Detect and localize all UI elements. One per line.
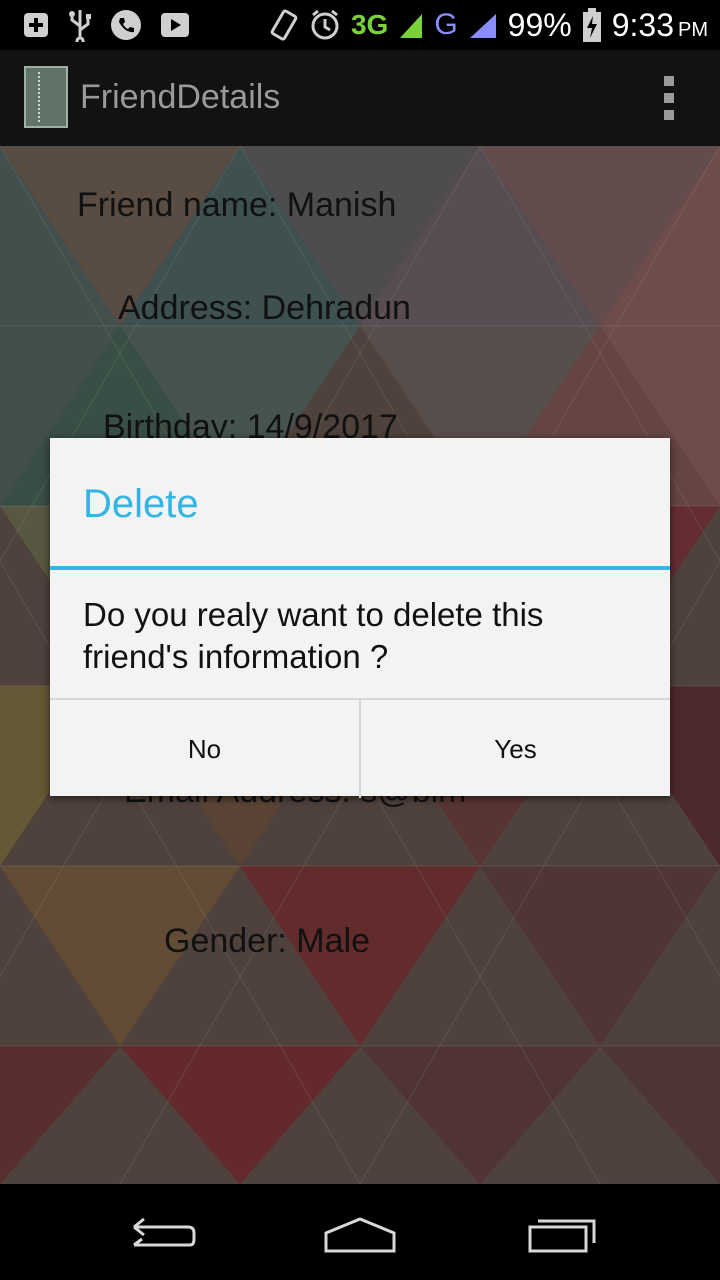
dialog-divider [50,566,670,570]
vibrate-icon [269,8,299,42]
clock: 9:33 PM [612,7,708,44]
address-text: Address: Dehradun [118,289,411,327]
yes-button[interactable]: Yes [361,700,670,798]
delete-dialog: Delete Do you realy want to delete this … [50,438,670,798]
app-icon[interactable] [24,66,68,128]
add-icon [22,11,50,39]
back-icon[interactable] [120,1208,200,1258]
app-title: FriendDetails [80,78,281,116]
status-bar: 3G G 99% 9:33 PM [0,0,720,50]
signal-icon [398,10,424,40]
navigation-bar [0,1184,720,1280]
recent-apps-icon[interactable] [522,1208,602,1258]
alarm-icon [309,9,341,41]
dialog-title: Delete [83,482,199,526]
clock-time: 9:33 [611,6,674,43]
gender-text: Gender: Male [164,922,370,960]
dialog-button-bar: No Yes [50,698,670,798]
friend-name-text: Friend name: Manish [77,186,397,224]
usb-icon [68,8,92,42]
battery-charging-icon [582,8,602,42]
phone-icon [110,9,142,41]
battery-percent: 99% [507,6,572,43]
play-store-icon [160,10,190,40]
signal-icon [468,10,498,40]
home-icon[interactable] [320,1208,400,1258]
action-bar: FriendDetails [0,50,720,148]
no-button[interactable]: No [50,700,361,798]
network-3g-label: 3G [350,9,389,40]
network-g-label: G [434,8,458,41]
dialog-message: Do you realy want to delete this friend'… [83,596,544,675]
overflow-menu-icon[interactable] [664,76,676,120]
clock-ampm: PM [678,18,708,41]
